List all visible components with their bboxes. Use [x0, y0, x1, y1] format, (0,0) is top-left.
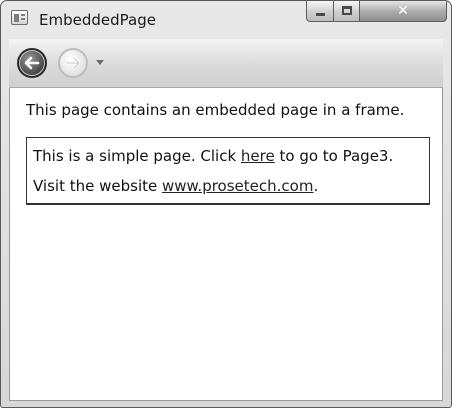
frame-line-2-prefix: Visit the website	[33, 177, 162, 195]
frame-line-1: This is a simple page. Click here to go …	[33, 147, 393, 165]
close-icon: ✕	[397, 3, 409, 19]
back-button[interactable]	[17, 48, 47, 78]
embedded-frame: This is a simple page. Click here to go …	[26, 137, 430, 205]
minimize-icon	[316, 13, 325, 16]
window-title: EmbeddedPage	[39, 11, 156, 29]
page-icon[interactable]	[11, 10, 28, 25]
forward-button[interactable]	[58, 48, 88, 78]
caption-buttons: ✕	[306, 1, 447, 23]
browser-window: EmbeddedPage ✕ This page contains an emb…	[0, 0, 452, 408]
title-bar[interactable]: EmbeddedPage ✕	[1, 1, 451, 35]
dropdown-arrow-icon[interactable]	[96, 60, 104, 65]
frame-line-1-prefix: This is a simple page. Click	[33, 147, 241, 165]
website-link[interactable]: www.prosetech.com	[162, 177, 313, 195]
frame-line-2-suffix: .	[313, 177, 319, 195]
back-arrow-icon	[24, 56, 40, 70]
minimize-button[interactable]	[306, 1, 334, 22]
forward-arrow-icon	[65, 56, 81, 70]
frame-line-1-suffix: to go to Page3.	[274, 147, 394, 165]
page-icon-line	[21, 18, 25, 20]
intro-text: This page contains an embedded page in a…	[26, 101, 405, 119]
close-button[interactable]: ✕	[359, 1, 447, 22]
page-icon-block	[14, 14, 19, 22]
maximize-button[interactable]	[333, 1, 360, 22]
frame-line-2: Visit the website www.prosetech.com.	[33, 177, 318, 195]
here-link[interactable]: here	[241, 147, 275, 165]
navigation-bar	[9, 39, 443, 88]
maximize-icon	[342, 6, 352, 15]
page-content: This page contains an embedded page in a…	[9, 88, 443, 401]
page-icon-line	[21, 14, 25, 16]
